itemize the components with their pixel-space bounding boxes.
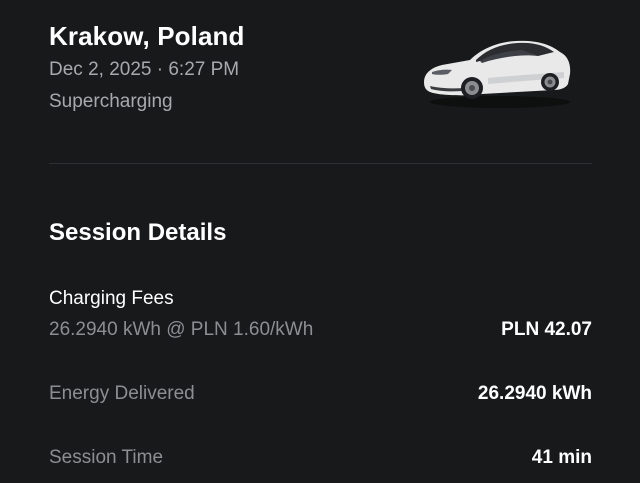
energy-delivered-row: Energy Delivered 26.2940 kWh xyxy=(49,382,592,406)
charging-fees-label: Charging Fees xyxy=(49,288,174,309)
energy-delivered-value: 26.2940 kWh xyxy=(477,383,592,404)
energy-delivered-label: Energy Delivered xyxy=(49,383,195,404)
charging-fees-amount: PLN 42.07 xyxy=(501,319,592,340)
charging-session-screen: Krakow, Poland Dec 2, 2025 · 6:27 PM Sup… xyxy=(0,0,640,483)
session-time-label: Session Time xyxy=(49,447,164,468)
location-title: Krakow, Poland xyxy=(49,21,245,51)
charging-fees-rate: 26.2940 kWh @ PLN 1.60/kWh xyxy=(49,319,314,340)
charge-type: Supercharging xyxy=(49,91,173,112)
session-time-value: 41 min xyxy=(531,447,592,468)
session-time-row: Session Time 41 min xyxy=(49,446,592,470)
header-divider xyxy=(49,163,592,164)
session-header: Krakow, Poland Dec 2, 2025 · 6:27 PM Sup… xyxy=(49,20,409,114)
session-details-title: Session Details xyxy=(49,219,227,246)
vehicle-image xyxy=(424,40,571,108)
session-datetime: Dec 2, 2025 · 6:27 PM xyxy=(49,59,240,80)
charging-fees-row: 26.2940 kWh @ PLN 1.60/kWh PLN 42.07 xyxy=(49,318,592,342)
